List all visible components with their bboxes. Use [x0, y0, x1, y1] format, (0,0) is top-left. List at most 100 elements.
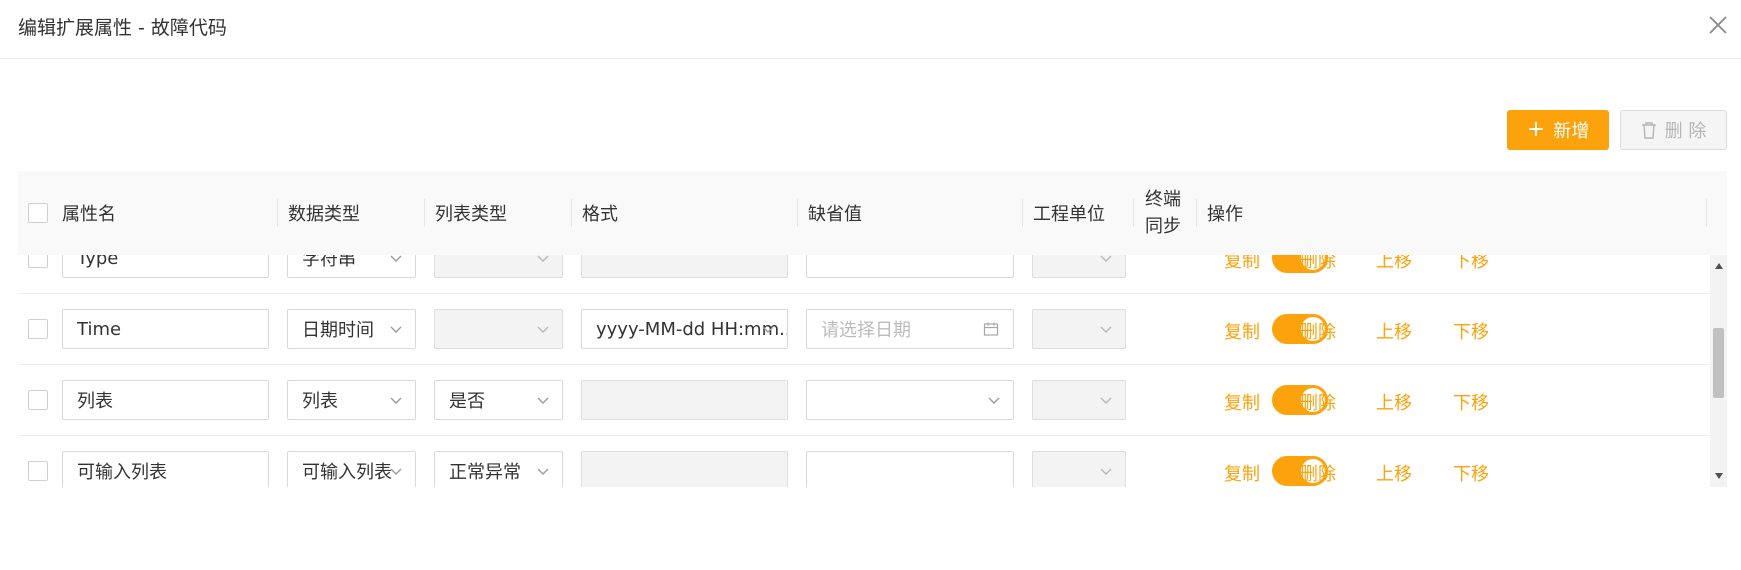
unit-select [1032, 309, 1126, 349]
name-input-value: Time [77, 318, 122, 340]
data-type-value: 日期时间 [302, 320, 374, 341]
plus-icon: + [1526, 117, 1546, 142]
list-type-select[interactable]: 正常异常 [434, 451, 563, 487]
list-type-value: 是否 [449, 391, 485, 412]
scroll-up-arrow-icon[interactable] [1715, 263, 1723, 269]
column-header-unit: 工程单位 [1033, 204, 1105, 225]
column-header-list-type: 列表类型 [435, 204, 507, 225]
data-type-select[interactable]: 日期时间 [287, 309, 416, 349]
column-header-name: 属性名 [62, 204, 116, 225]
table-body: Type 字符串 复制 删除 上移 下移 Time 日期时间 yyyy-MM-d… [18, 255, 1710, 487]
column-header-default: 缺省值 [808, 204, 862, 225]
name-input[interactable]: 可输入列表 [62, 451, 269, 487]
name-input-value: Type [77, 255, 119, 269]
move-up-link[interactable]: 上移 [1376, 255, 1412, 273]
list-type-select [434, 255, 563, 278]
table-row: 可输入列表 可输入列表 正常异常 复制 删除 上移 下移 [18, 436, 1710, 487]
dialog-title: 编辑扩展属性 - 故障代码 [18, 17, 227, 39]
attributes-table: 属性名 数据类型 列表类型 格式 缺省值 工程单位 终端 同步 操作 Type … [18, 171, 1727, 487]
column-header-sync: 终端 同步 [1145, 171, 1181, 255]
scrollbar-thumb[interactable] [1713, 328, 1724, 398]
data-type-select[interactable]: 可输入列表 [287, 451, 416, 487]
move-up-link[interactable]: 上移 [1376, 389, 1412, 415]
chevron-down-icon [1100, 468, 1112, 475]
move-down-link[interactable]: 下移 [1453, 389, 1489, 415]
format-value: yyyy-MM-dd HH:mm... [596, 318, 788, 340]
data-type-value: 可输入列表 [302, 462, 392, 483]
delete-button[interactable]: 删 除 [1620, 110, 1727, 150]
delete-button-label: 删 除 [1664, 121, 1707, 142]
copy-link[interactable]: 复制 [1224, 389, 1260, 415]
unit-select [1032, 451, 1126, 487]
add-button-label: 新增 [1553, 121, 1590, 142]
column-header-actions: 操作 [1207, 204, 1243, 225]
list-type-select [434, 309, 563, 349]
chevron-down-icon [1100, 255, 1112, 262]
table-scrollbar[interactable] [1710, 255, 1727, 487]
chevron-down-icon [390, 326, 402, 333]
date-placeholder: 请选择日期 [821, 320, 911, 341]
move-down-link[interactable]: 下移 [1453, 255, 1489, 273]
trash-icon [1641, 122, 1656, 139]
row-checkbox[interactable] [28, 390, 48, 410]
move-down-link[interactable]: 下移 [1453, 318, 1489, 344]
name-input[interactable]: 列表 [62, 380, 269, 420]
table-header: 属性名 数据类型 列表类型 格式 缺省值 工程单位 终端 同步 操作 [18, 171, 1727, 255]
row-checkbox[interactable] [28, 255, 48, 268]
chevron-down-icon [537, 255, 549, 262]
move-down-link[interactable]: 下移 [1453, 460, 1489, 486]
data-type-select[interactable]: 字符串 [287, 255, 416, 278]
chevron-down-icon [390, 468, 402, 475]
chevron-down-icon [1100, 397, 1112, 404]
delete-link[interactable]: 删除 [1300, 255, 1336, 273]
chevron-down-icon [988, 397, 1000, 404]
column-header-sync-line2: 同步 [1145, 216, 1181, 237]
name-input[interactable]: Type [62, 255, 269, 278]
calendar-icon [983, 322, 999, 336]
move-up-link[interactable]: 上移 [1376, 460, 1412, 486]
data-type-value: 列表 [302, 391, 338, 412]
row-checkbox[interactable] [28, 319, 48, 339]
list-type-select[interactable]: 是否 [434, 380, 563, 420]
move-up-link[interactable]: 上移 [1376, 318, 1412, 344]
default-input[interactable] [806, 451, 1014, 487]
format-select[interactable]: yyyy-MM-dd HH:mm... [581, 309, 788, 349]
data-type-value: 字符串 [302, 255, 356, 270]
copy-link[interactable]: 复制 [1224, 460, 1260, 486]
unit-select [1032, 380, 1126, 420]
copy-link[interactable]: 复制 [1224, 318, 1260, 344]
default-input[interactable] [806, 255, 1014, 278]
dialog-header: 编辑扩展属性 - 故障代码 [0, 0, 1741, 59]
chevron-down-icon [762, 326, 774, 333]
format-field [581, 451, 788, 487]
close-icon[interactable] [1707, 14, 1729, 36]
chevron-down-icon [390, 397, 402, 404]
chevron-down-icon [537, 326, 549, 333]
name-input[interactable]: Time [62, 309, 269, 349]
list-type-value: 正常异常 [449, 462, 521, 483]
row-checkbox[interactable] [28, 461, 48, 481]
data-type-select[interactable]: 列表 [287, 380, 416, 420]
delete-link[interactable]: 删除 [1300, 318, 1336, 344]
table-row: Time 日期时间 yyyy-MM-dd HH:mm... 请选择日期 复制 删… [18, 294, 1710, 365]
table-row: 列表 列表 是否 复制 删除 上移 下移 [18, 365, 1710, 436]
column-header-data-type: 数据类型 [288, 204, 360, 225]
delete-link[interactable]: 删除 [1300, 389, 1336, 415]
scroll-down-arrow-icon[interactable] [1715, 473, 1723, 479]
unit-select [1032, 255, 1126, 278]
chevron-down-icon [537, 468, 549, 475]
format-field [581, 380, 788, 420]
default-date-picker[interactable]: 请选择日期 [806, 309, 1014, 349]
column-header-format: 格式 [582, 204, 618, 225]
default-select[interactable] [806, 380, 1014, 420]
copy-link[interactable]: 复制 [1224, 255, 1260, 273]
add-button[interactable]: + 新增 [1507, 110, 1609, 150]
chevron-down-icon [390, 255, 402, 262]
table-row: Type 字符串 复制 删除 上移 下移 [18, 255, 1710, 294]
chevron-down-icon [537, 397, 549, 404]
column-header-sync-line1: 终端 [1145, 189, 1181, 210]
chevron-down-icon [1100, 326, 1112, 333]
select-all-checkbox[interactable] [28, 203, 48, 223]
delete-link[interactable]: 删除 [1300, 460, 1336, 486]
edit-extended-attributes-dialog: 编辑扩展属性 - 故障代码 + 新增 删 除 属性名 数据类型 列表类型 格式 … [0, 0, 1741, 570]
